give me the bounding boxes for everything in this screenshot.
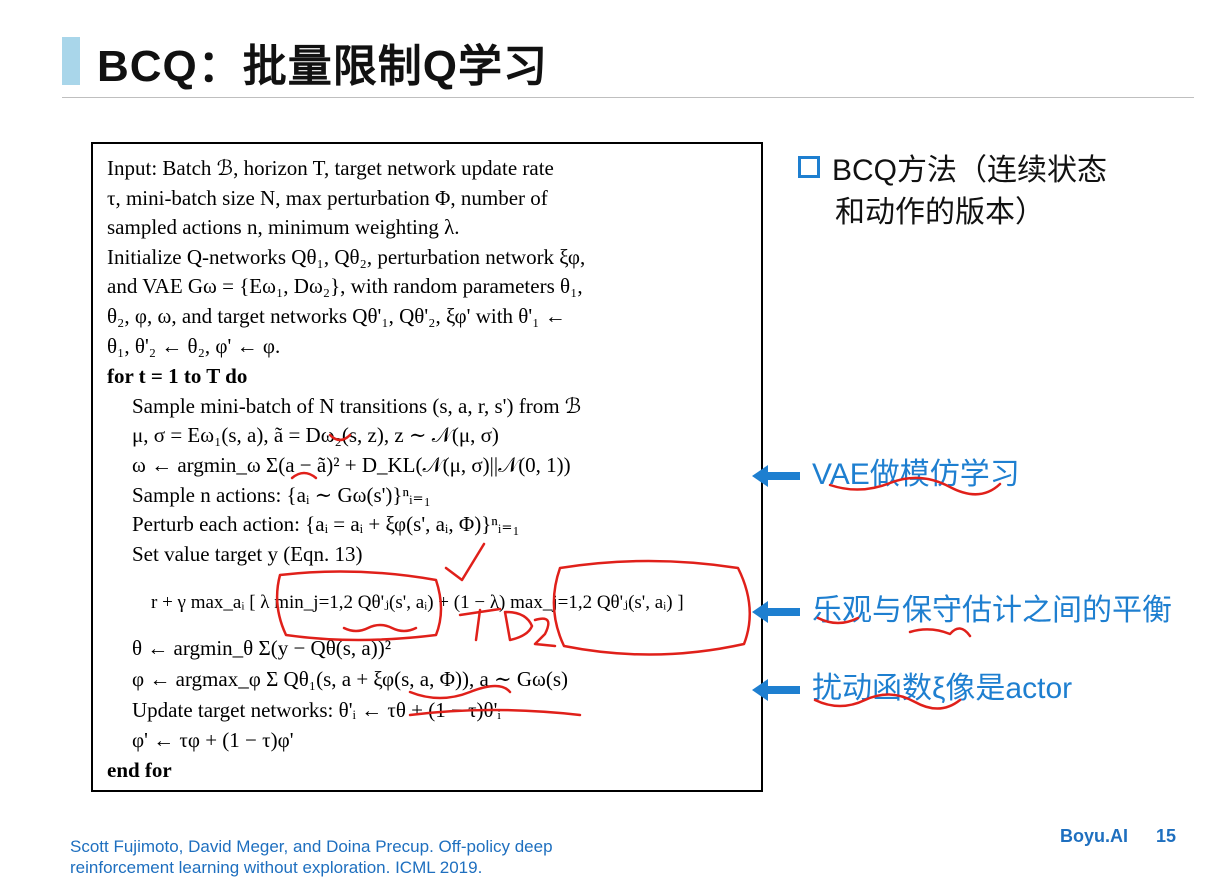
underline-conservative <box>908 627 972 638</box>
brand-logo-text: Boyu.AI <box>1060 826 1129 846</box>
algo-line-8: for t = 1 to T do <box>107 364 248 388</box>
bullet-line-1: BCQ方法（连续状态 <box>832 154 1108 187</box>
arrow-left-icon <box>752 601 800 624</box>
citation-line-1: Scott Fujimoto, David Meger, and Doina P… <box>70 837 553 856</box>
annotation-vae-text: VAE做模仿学习 <box>812 458 1020 491</box>
annotation-vae: VAE做模仿学习 <box>752 449 1020 493</box>
arrow-left-icon <box>752 679 800 702</box>
citation: Scott Fujimoto, David Meger, and Doina P… <box>70 836 553 878</box>
slide-title: BCQ：批量限制Q学习 <box>97 42 548 91</box>
title-divider <box>62 97 1194 98</box>
algo-line-4: Initialize Q-networks Qθ₁, Qθ₂, perturba… <box>107 245 586 269</box>
algo-line-15: r + γ max_aᵢ [ λ min_j=1,2 Qθ'ⱼ(s', aᵢ) … <box>151 592 684 613</box>
algo-line-3: sampled actions n, minimum weighting λ. <box>107 215 460 239</box>
arrow-left-icon <box>752 465 800 488</box>
algo-line-1: Input: Batch ℬ, horizon T, target networ… <box>107 156 554 180</box>
algo-line-13: Perturb each action: {aᵢ = aᵢ + ξφ(s', a… <box>132 512 520 536</box>
annotation-balance-text: 乐观与保守估计之间的平衡 <box>812 594 1172 627</box>
algo-line-12: Sample n actions: {aᵢ ∼ Gω(s')}ⁿᵢ₌₁ <box>132 483 431 507</box>
algo-line-16: θ ← argmin_θ Σ(y − Qθ(s, a))² <box>132 636 392 660</box>
bullet-line-2: 和动作的版本） <box>835 196 1045 229</box>
title-accent-bar <box>62 37 80 85</box>
algorithm-box: Input: Batch ℬ, horizon T, target networ… <box>91 142 763 792</box>
algo-line-2: τ, mini-batch size N, max perturbation Φ… <box>107 186 548 210</box>
algo-line-9: Sample mini-batch of N transitions (s, a… <box>132 394 582 418</box>
algo-line-6: θ₂, φ, ω, and target networks Qθ'₁, Qθ'₂… <box>107 304 566 328</box>
square-bullet-icon <box>798 156 820 178</box>
page-number: 15 <box>1156 826 1177 846</box>
algo-line-5: and VAE Gω = {Eω₁, Dω₂}, with random par… <box>107 274 583 298</box>
algo-line-7: θ₁, θ'₂ ← θ₂, φ' ← φ. <box>107 334 281 358</box>
algo-line-10: μ, σ = Eω₁(s, a), ã = Dω₂(s, z), z ∼ 𝒩(μ… <box>132 423 499 447</box>
algo-line-11: ω ← argmin_ω Σ(a − ã)² + D_KL(𝒩(μ, σ)||𝒩… <box>132 453 571 477</box>
annotation-actor: 扰动函数ξ像是actor <box>752 663 1072 707</box>
algo-line-18: Update target networks: θ'ᵢ ← τθ + (1 − … <box>132 698 501 722</box>
citation-line-2: reinforcement learning without explorati… <box>70 858 483 877</box>
algo-line-20: end for <box>107 758 172 782</box>
bullet-point: BCQ方法（连续状态 和动作的版本） <box>798 150 1107 234</box>
algo-line-17: φ ← argmax_φ Σ Qθ₁(s, a + ξφ(s, a, Φ)), … <box>132 667 569 691</box>
algo-line-14: Set value target y (Eqn. 13) <box>132 542 363 566</box>
annotation-balance: 乐观与保守估计之间的平衡 <box>752 585 1172 629</box>
algo-line-19: φ' ← τφ + (1 − τ)φ' <box>132 728 294 752</box>
annotation-actor-text: 扰动函数ξ像是actor <box>812 672 1073 705</box>
